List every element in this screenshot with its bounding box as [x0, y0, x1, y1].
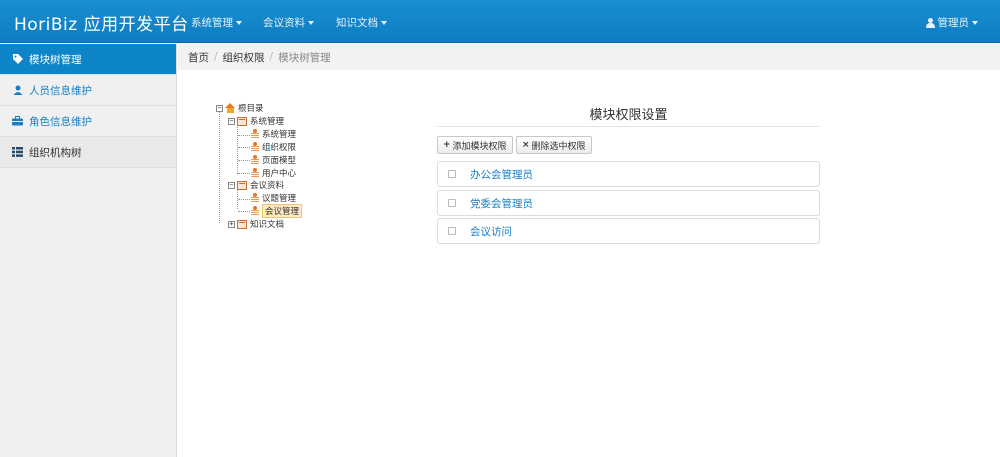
permission-label[interactable]: 党委会管理员	[470, 196, 533, 211]
sidebar-item-org-tree[interactable]: 组织机构树	[0, 137, 176, 168]
panel-title: 模块权限设置	[589, 108, 668, 123]
page-icon	[251, 129, 259, 139]
tree-leaf[interactable]: 组织权限	[251, 141, 296, 153]
tree-node-meeting-materials[interactable]: − 会议资料	[228, 179, 284, 191]
tree-node-label: 议题管理	[262, 194, 297, 204]
collapse-icon[interactable]: −	[228, 181, 235, 189]
permission-row[interactable]: 办公会管理员	[437, 161, 820, 187]
menu-label: 知识文档	[336, 17, 378, 29]
tree-node-label: 组织权限	[262, 143, 297, 153]
menu-system-management[interactable]: 系统管理	[191, 15, 242, 30]
permission-checkbox[interactable]	[448, 170, 456, 178]
page-icon	[251, 193, 259, 203]
menu-label: 会议资料	[263, 17, 305, 29]
tree-node-label: 根目录	[238, 104, 264, 114]
permission-checkbox[interactable]	[448, 227, 456, 235]
plus-icon: +	[443, 140, 451, 150]
tree-node-label: 会议资料	[250, 181, 285, 191]
breadcrumb-separator: /	[269, 51, 274, 63]
user-name: 管理员	[937, 17, 970, 29]
sidebar-item-module-tree[interactable]: 模块树管理	[0, 44, 176, 75]
breadcrumb-section[interactable]: 组织权限	[223, 50, 265, 65]
permission-row[interactable]: 党委会管理员	[437, 190, 820, 216]
chevron-down-icon	[381, 20, 387, 25]
tree-node-label: 系统管理	[262, 130, 297, 140]
list-icon	[12, 147, 23, 157]
tree-node-root[interactable]: − 根目录	[216, 102, 264, 114]
menu-meeting-materials[interactable]: 会议资料	[263, 15, 314, 30]
page-icon	[251, 155, 259, 165]
sidebar-item-label: 模块树管理	[29, 53, 82, 66]
collapse-icon[interactable]: −	[216, 104, 223, 112]
tree-leaf[interactable]: 页面模型	[251, 154, 296, 166]
tree-leaf[interactable]: 系统管理	[251, 128, 296, 140]
page-icon	[251, 142, 259, 152]
page-icon	[251, 168, 259, 178]
menu-knowledge-docs[interactable]: 知识文档	[336, 15, 387, 30]
page-icon	[251, 206, 259, 216]
permission-label[interactable]: 会议访问	[470, 224, 512, 239]
sidebar: 模块树管理 人员信息维护 角色信息维护 组织机构树	[0, 44, 177, 457]
menu-label: 系统管理	[191, 17, 233, 29]
close-icon: ×	[522, 140, 530, 150]
permission-label[interactable]: 办公会管理员	[470, 167, 533, 182]
tree-node-system-management[interactable]: − 系统管理	[228, 115, 284, 127]
tree-node-label: 知识文档	[250, 220, 285, 230]
user-icon	[12, 85, 23, 95]
tree-leaf[interactable]: 议题管理	[251, 192, 296, 204]
sidebar-item-personnel[interactable]: 人员信息维护	[0, 75, 176, 106]
collapse-icon[interactable]: −	[228, 117, 235, 125]
folder-icon	[237, 116, 247, 126]
briefcase-icon	[12, 116, 23, 126]
tree-leaf-selected[interactable]: 会议管理	[251, 204, 303, 218]
folder-icon	[237, 219, 247, 229]
tree-connector	[219, 112, 220, 223]
tree-node-label: 系统管理	[250, 117, 285, 127]
permission-checkbox[interactable]	[448, 199, 456, 207]
delete-permission-button[interactable]: × 删除选中权限	[516, 136, 592, 154]
tree-node-knowledge-docs[interactable]: + 知识文档	[228, 218, 284, 230]
sidebar-item-roles[interactable]: 角色信息维护	[0, 106, 176, 137]
home-icon	[225, 103, 236, 113]
breadcrumb-current: 模块树管理	[278, 51, 331, 64]
add-permission-button[interactable]: + 添加模块权限	[437, 136, 513, 154]
breadcrumb-home[interactable]: 首页	[188, 50, 209, 65]
tree-node-label: 用户中心	[262, 169, 297, 179]
chevron-down-icon	[972, 20, 978, 25]
top-navbar: HoriBiz 应用开发平台 系统管理 会议资料 知识文档 管理员	[0, 0, 1000, 43]
app-brand[interactable]: HoriBiz 应用开发平台	[14, 10, 189, 35]
chevron-down-icon	[308, 20, 314, 25]
tree-node-label: 页面模型	[262, 156, 297, 166]
divider	[437, 126, 820, 127]
permission-row[interactable]: 会议访问	[437, 218, 820, 244]
sidebar-item-label: 角色信息维护	[29, 115, 92, 128]
tree-connector	[237, 124, 238, 174]
breadcrumb: 首页 / 组织权限 / 模块树管理	[178, 44, 1000, 70]
folder-icon	[237, 180, 247, 190]
tree-node-label: 会议管理	[262, 204, 303, 218]
chevron-down-icon	[236, 20, 242, 25]
tag-icon	[12, 54, 23, 64]
expand-icon[interactable]: +	[228, 220, 235, 228]
sidebar-item-label: 组织机构树	[29, 146, 82, 159]
button-label: 添加模块权限	[452, 141, 507, 152]
sidebar-item-label: 人员信息维护	[29, 84, 92, 97]
tree-leaf[interactable]: 用户中心	[251, 167, 296, 179]
breadcrumb-separator: /	[214, 51, 218, 63]
user-icon	[925, 17, 935, 28]
button-label: 删除选中权限	[531, 141, 586, 152]
user-menu[interactable]: 管理员	[925, 15, 978, 30]
